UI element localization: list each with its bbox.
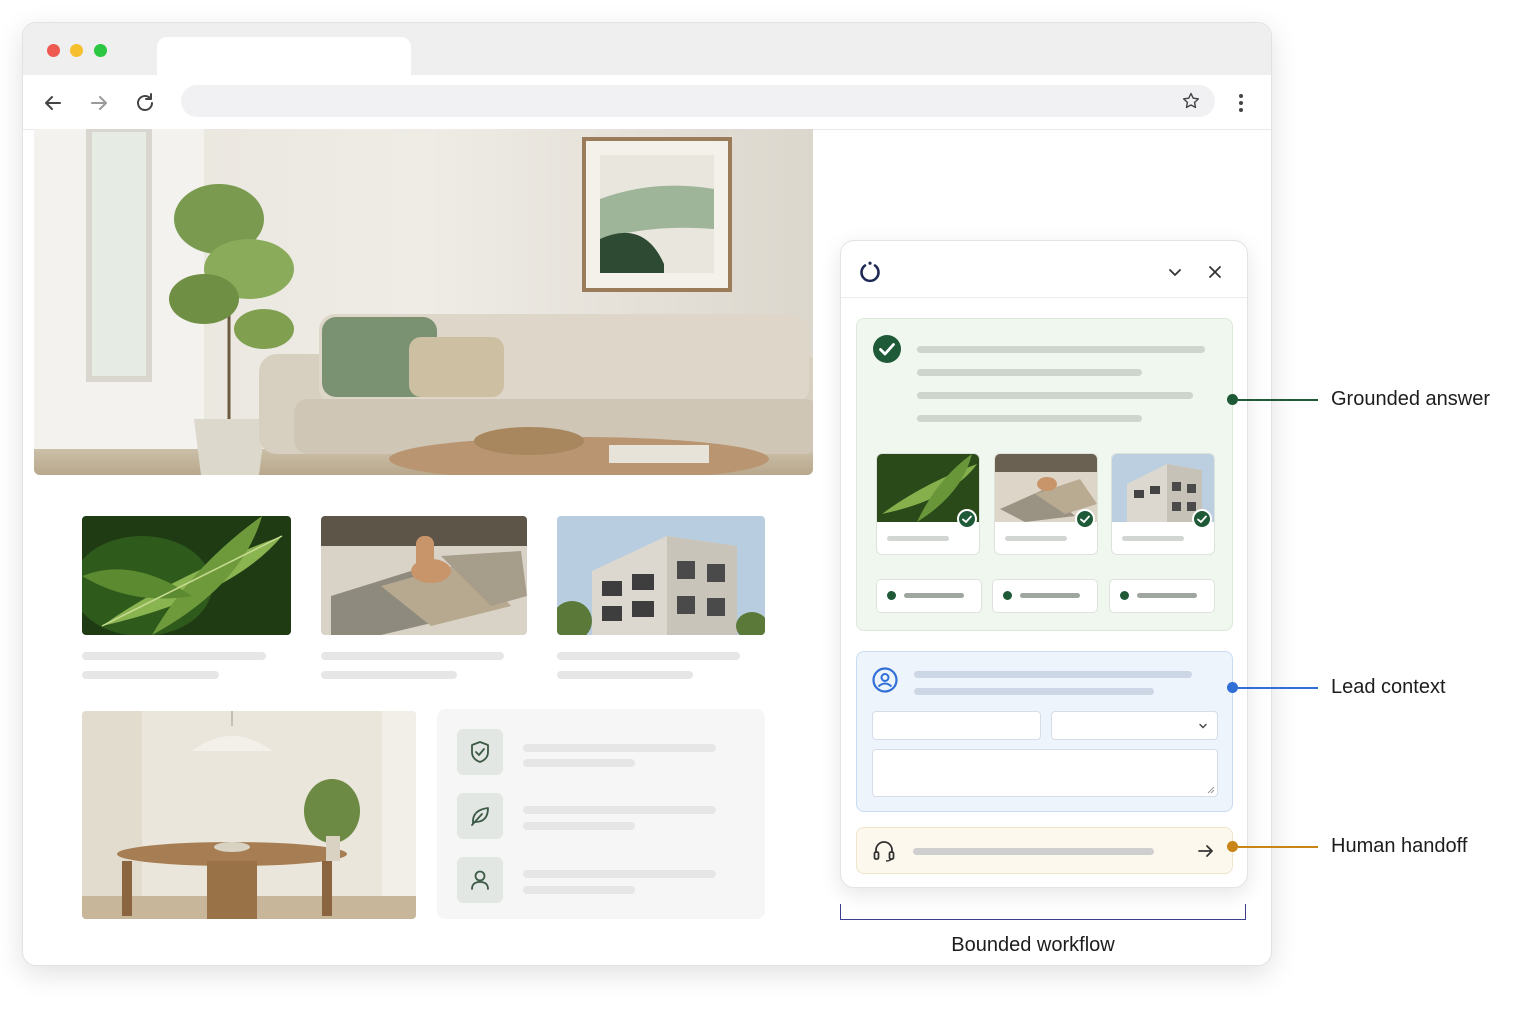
feature-title-placeholder: [523, 744, 716, 752]
grounded-connector-line: [1238, 399, 1318, 401]
shield-icon: [471, 741, 489, 763]
features-box: [437, 709, 765, 919]
leaf-icon: [471, 807, 489, 826]
feature-text-placeholder: [523, 886, 635, 894]
feature-title-placeholder: [523, 806, 716, 814]
source-card[interactable]: [876, 453, 980, 555]
chip-label-placeholder: [1137, 593, 1197, 598]
person-icon: [471, 870, 489, 890]
feature-title-placeholder: [523, 870, 716, 878]
feature-icon-tile: [457, 857, 503, 903]
source-title-placeholder: [1005, 536, 1067, 541]
address-bar[interactable]: [181, 85, 1215, 117]
forward-arrow-icon[interactable]: [87, 91, 111, 115]
verified-check-icon: [1192, 509, 1212, 529]
lead-line-placeholder: [914, 688, 1154, 695]
user-circle-icon: [872, 667, 898, 693]
verified-check-icon: [957, 509, 977, 529]
feature-text-placeholder: [523, 759, 635, 767]
resize-handle-icon[interactable]: [1207, 786, 1215, 794]
assistant-widget: [840, 240, 1248, 888]
card-title-placeholder: [557, 652, 740, 660]
headset-icon: [873, 841, 895, 862]
reload-icon[interactable]: [133, 91, 157, 115]
lead-message-textarea[interactable]: [872, 749, 1218, 797]
kebab-menu-icon[interactable]: [1231, 91, 1251, 115]
card-subtitle-placeholder: [321, 671, 457, 679]
back-arrow-icon[interactable]: [41, 91, 65, 115]
feature-text-placeholder: [523, 822, 635, 830]
arrow-right-icon: [1198, 845, 1213, 857]
card-image-tiles[interactable]: [321, 516, 527, 635]
source-title-placeholder: [887, 536, 949, 541]
citation-chip[interactable]: [992, 579, 1098, 613]
answer-line-placeholder: [917, 415, 1142, 422]
browser-tab[interactable]: [157, 37, 411, 77]
chip-dot: [887, 591, 896, 600]
close-icon[interactable]: [1207, 264, 1223, 280]
star-icon[interactable]: [1181, 91, 1201, 111]
answer-line-placeholder: [917, 369, 1142, 376]
human-handoff-label: Human handoff: [1331, 835, 1468, 857]
chip-label-placeholder: [904, 593, 964, 598]
lead-line-placeholder: [914, 671, 1192, 678]
verified-check-icon: [1075, 509, 1095, 529]
widget-header: [841, 241, 1247, 298]
lead-context-card: [856, 651, 1233, 812]
answer-line-placeholder: [917, 346, 1205, 353]
human-handoff-button[interactable]: [856, 827, 1233, 874]
card-title-placeholder: [82, 652, 266, 660]
card-image-leaves[interactable]: [82, 516, 291, 635]
browser-toolbar: [23, 75, 1271, 130]
maximize-window-dot[interactable]: [94, 44, 107, 57]
minimize-window-dot[interactable]: [70, 44, 83, 57]
lead-select[interactable]: [1051, 711, 1218, 740]
grounded-answer-card: [856, 318, 1233, 631]
citation-chip[interactable]: [1109, 579, 1215, 613]
hero-image: [34, 129, 813, 475]
close-window-dot[interactable]: [47, 44, 60, 57]
chip-dot: [1120, 591, 1129, 600]
dining-room-image: [82, 711, 416, 919]
lead-connector-dot: [1227, 682, 1238, 693]
card-subtitle-placeholder: [557, 671, 693, 679]
source-card[interactable]: [1111, 453, 1215, 555]
chip-label-placeholder: [1020, 593, 1080, 598]
lead-name-input[interactable]: [872, 711, 1041, 740]
source-card[interactable]: [994, 453, 1098, 555]
card-subtitle-placeholder: [82, 671, 219, 679]
handoff-connector-dot: [1227, 841, 1238, 852]
grounded-connector-dot: [1227, 394, 1238, 405]
loader-logo-icon: [860, 261, 880, 283]
grounded-answer-label: Grounded answer: [1331, 388, 1490, 410]
chevron-down-icon: [1199, 723, 1207, 729]
lead-context-label: Lead context: [1331, 676, 1446, 698]
browser-titlebar: [23, 23, 1271, 77]
source-title-placeholder: [1122, 536, 1184, 541]
lead-connector-line: [1238, 687, 1318, 689]
check-circle-icon: [873, 335, 901, 363]
feature-icon-tile: [457, 793, 503, 839]
handoff-connector-line: [1238, 846, 1318, 848]
chip-dot: [1003, 591, 1012, 600]
chevron-down-icon[interactable]: [1167, 264, 1183, 280]
bounded-workflow-label: Bounded workflow: [951, 934, 1115, 956]
citation-chip[interactable]: [876, 579, 982, 613]
answer-line-placeholder: [917, 392, 1193, 399]
card-image-building[interactable]: [557, 516, 765, 635]
workflow-bracket: [840, 904, 1246, 920]
feature-icon-tile: [457, 729, 503, 775]
card-title-placeholder: [321, 652, 504, 660]
handoff-label-placeholder: [913, 848, 1154, 855]
